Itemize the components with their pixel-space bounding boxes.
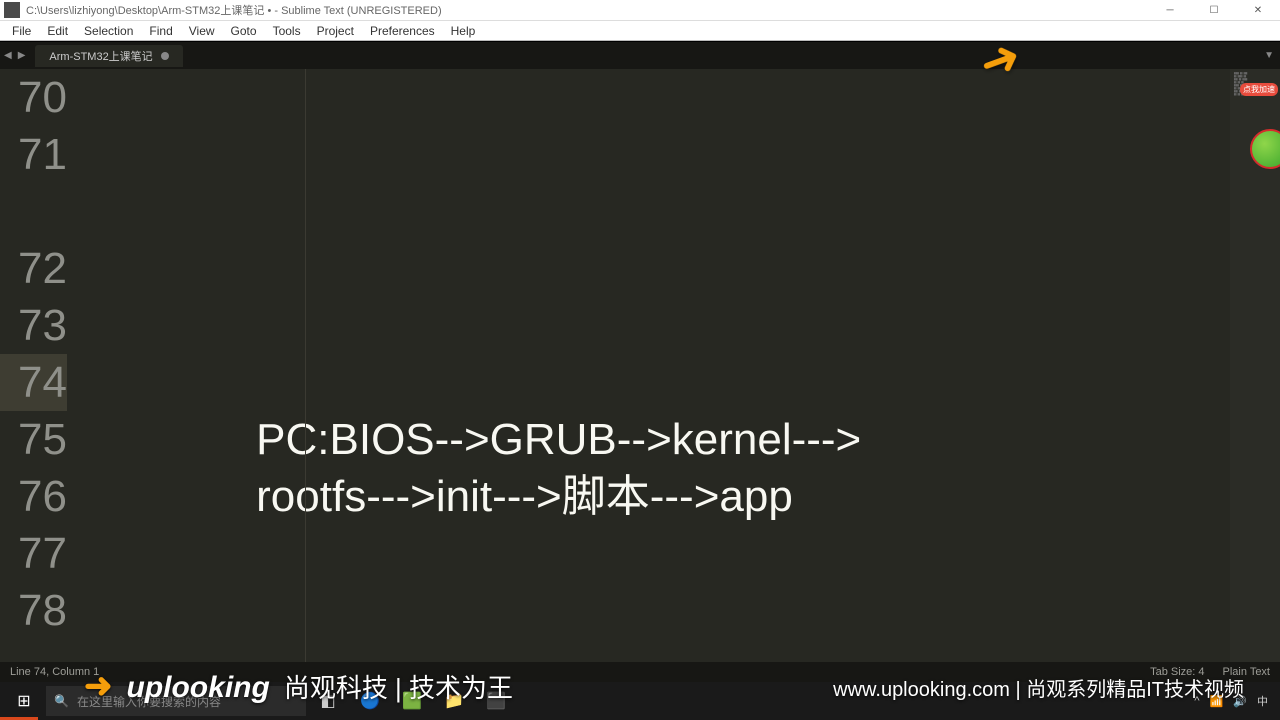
search-icon: 🔍 xyxy=(54,694,69,708)
menu-file[interactable]: File xyxy=(4,23,39,39)
watermark-url: www.uplooking.com xyxy=(833,679,1010,701)
menu-view[interactable]: View xyxy=(181,23,223,39)
watermark-tagline: | 尚观系列精品IT技术视频 xyxy=(1015,679,1244,701)
code-content[interactable]: PC:BIOS-->GRUB-->kernel---> rootfs--->in… xyxy=(85,69,1280,662)
indent-guide xyxy=(305,69,306,662)
watermark-arrow-icon: ➜ xyxy=(84,666,113,706)
watermark-slogan: 尚观科技 | 技术为王 xyxy=(284,668,513,705)
tab-label: Arm-STM32上课笔记 xyxy=(49,48,152,64)
editor-area[interactable]: 70 71 72 73 74 75 76 77 78 PC:BIOS-->GRU… xyxy=(0,69,1280,662)
window-titlebar: C:\Users\lizhiyong\Desktop\Arm-STM32上课笔记… xyxy=(0,0,1280,21)
window-controls: ─ ☐ ✕ xyxy=(1148,0,1280,20)
tab-nav: ◀ ▶ xyxy=(0,42,29,69)
menu-selection[interactable]: Selection xyxy=(76,23,141,39)
menu-project[interactable]: Project xyxy=(309,23,362,39)
tray-ime-icon[interactable]: 中 xyxy=(1257,693,1268,709)
tab-dropdown-icon[interactable]: ▼ xyxy=(1264,50,1274,61)
minimap-decoration-icon xyxy=(1250,129,1280,169)
window-title: C:\Users\lizhiyong\Desktop\Arm-STM32上课笔记… xyxy=(24,2,1148,18)
minimap[interactable]: 点我加速 ████ ██ ███ ██ ████ ██ ███ ██ ████ … xyxy=(1230,69,1280,662)
menu-goto[interactable]: Goto xyxy=(223,23,265,39)
maximize-button[interactable]: ☐ xyxy=(1192,0,1236,20)
line-gutter: 70 71 72 73 74 75 76 77 78 xyxy=(0,69,85,662)
close-button[interactable]: ✕ xyxy=(1236,0,1280,20)
watermark-left: ➜ uplooking 尚观科技 | 技术为王 xyxy=(84,666,513,706)
menu-preferences[interactable]: Preferences xyxy=(362,23,443,39)
app-icon xyxy=(4,2,20,18)
watermark-brand: uplooking xyxy=(127,671,270,705)
menu-edit[interactable]: Edit xyxy=(39,23,76,39)
tab-active[interactable]: Arm-STM32上课笔记 xyxy=(35,45,182,67)
nav-forward-icon[interactable]: ▶ xyxy=(18,50,26,61)
tab-bar: ◀ ▶ Arm-STM32上课笔记 ▼ xyxy=(0,41,1280,69)
menu-tools[interactable]: Tools xyxy=(265,23,309,39)
menu-help[interactable]: Help xyxy=(443,23,484,39)
start-button[interactable]: ⊞ xyxy=(4,685,44,717)
menu-bar: File Edit Selection Find View Goto Tools… xyxy=(0,21,1280,41)
minimap-badge[interactable]: 点我加速 xyxy=(1240,83,1278,96)
dirty-indicator-icon xyxy=(161,52,169,60)
minimize-button[interactable]: ─ xyxy=(1148,0,1192,20)
watermark-right: www.uplooking.com | 尚观系列精品IT技术视频 xyxy=(833,673,1244,702)
menu-find[interactable]: Find xyxy=(141,23,180,39)
nav-back-icon[interactable]: ◀ xyxy=(4,50,12,61)
